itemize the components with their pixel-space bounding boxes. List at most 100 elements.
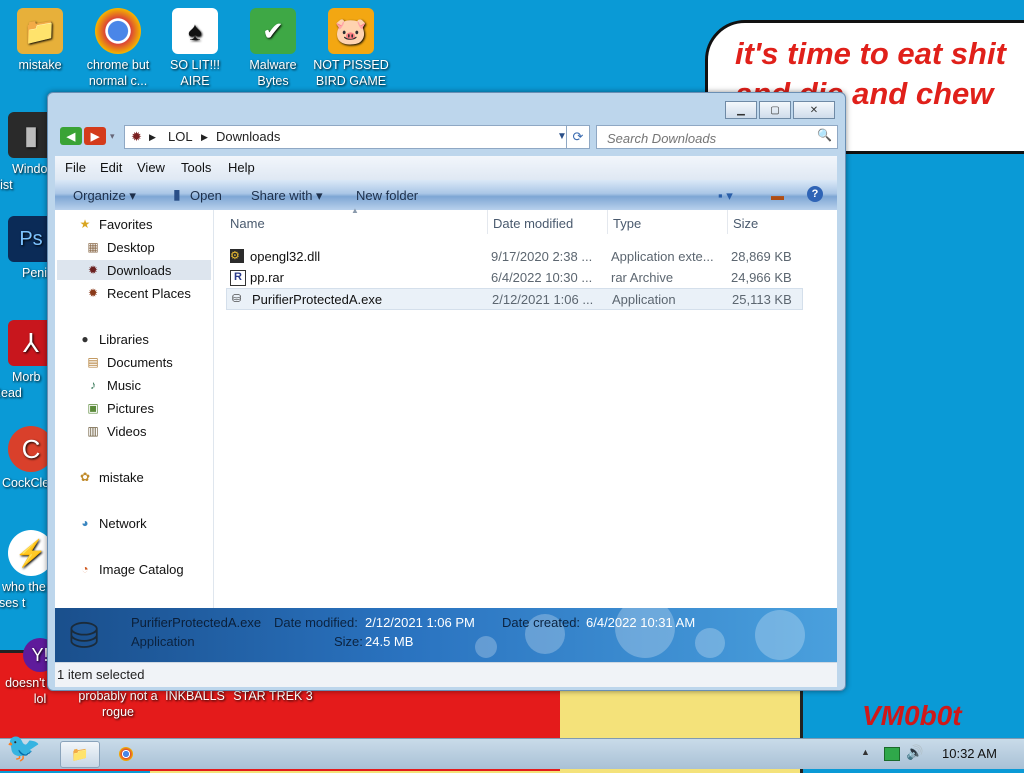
column-header-date[interactable]: Date modified <box>493 216 573 236</box>
desktop-icon-mistake[interactable]: 📁 mistake <box>0 8 80 73</box>
documents-icon: ▤ <box>87 355 99 369</box>
menu-view[interactable]: View <box>137 160 165 175</box>
recent-pages-dropdown[interactable]: ▾ <box>110 131 115 142</box>
open-button[interactable]: Open <box>190 188 222 203</box>
file-row-selected[interactable]: ⛁ PurifierProtectedA.exe 2/12/2021 1:06 … <box>226 288 803 310</box>
details-size-label: Size: <box>334 634 363 649</box>
nav-pictures[interactable]: ▣ Pictures <box>85 398 154 418</box>
network-icon: ◕ <box>81 516 89 530</box>
desktop-icon-lightning[interactable]: ⚡ who the uses t <box>0 530 54 611</box>
details-modified-label: Date modified: <box>274 615 358 630</box>
desktop-icon-photoshop[interactable]: Ps Peni <box>0 216 54 281</box>
nav-downloads[interactable]: ✹ Downloads <box>57 260 211 280</box>
forward-button[interactable]: ▶ <box>84 127 106 145</box>
star-icon: ★ <box>79 217 91 231</box>
file-row[interactable]: ⚙ opengl32.dll 9/17/2020 2:38 ... Applic… <box>225 246 800 266</box>
menu-help[interactable]: Help <box>228 160 255 175</box>
column-header-size[interactable]: Size <box>733 216 758 236</box>
watermark-text: VM0b0t <box>862 700 962 731</box>
desktop-icon-malwarebytes[interactable]: ✔ Malware Bytes <box>233 8 313 89</box>
details-pane: ⛁ PurifierProtectedA.exe Application Dat… <box>55 608 837 662</box>
organize-button[interactable]: Organize ▾ <box>73 188 136 204</box>
desktop-icon-reader[interactable]: ⅄ Morb Read <box>0 320 54 401</box>
close-button[interactable]: ✕ <box>793 101 835 119</box>
menu-file[interactable]: File <box>65 160 86 175</box>
image-catalog-icon: ◔ <box>81 562 89 576</box>
pictures-icon: ▣ <box>87 401 99 415</box>
address-bar[interactable]: ✹ ▶ LOL ▶ Downloads ▼ <box>124 125 576 149</box>
libraries-icon: ● <box>81 332 89 346</box>
nav-documents[interactable]: ▤ Documents <box>85 352 172 372</box>
nav-videos[interactable]: ▥ Videos <box>85 421 146 441</box>
breadcrumb-separator-icon: ▶ <box>149 132 156 142</box>
pig-icon: 🐷 <box>328 8 374 54</box>
desktop-icon-chrome[interactable]: chrome but normal c... <box>78 8 158 89</box>
nav-recent-places[interactable]: ✹ Recent Places <box>85 283 191 303</box>
column-header-type[interactable]: Type <box>613 216 641 236</box>
taskbar-chrome-button[interactable] <box>107 741 145 766</box>
desktop-icon-vista[interactable]: ▮ Windo Vist <box>0 112 54 193</box>
preview-pane-icon[interactable]: ▬ <box>771 188 784 203</box>
desktop-icon-solitaire[interactable]: ♠ SO LIT!!! AIRE <box>155 8 235 89</box>
navigation-pane: ★ Favorites ▦ Desktop ✹ Downloads ✹ Rece… <box>55 210 214 608</box>
new-folder-button[interactable]: New folder <box>356 188 418 203</box>
network-tray-icon[interactable] <box>884 747 900 761</box>
start-button[interactable]: 🐦 <box>6 731 46 769</box>
minimize-button[interactable]: ▁ <box>725 101 757 119</box>
command-bar: Organize ▾ ▮ Open Share with ▾ New folde… <box>55 180 837 210</box>
breadcrumb-downloads[interactable]: Downloads <box>216 129 280 144</box>
videos-icon: ▥ <box>87 424 99 438</box>
solitaire-icon: ♠ <box>172 8 218 54</box>
search-icon[interactable]: 🔍 <box>817 128 832 142</box>
desktop-icon-ccleaner[interactable]: C CockCle <box>0 426 54 491</box>
desktop-icon: ▦ <box>87 240 99 254</box>
breadcrumb-lol[interactable]: LOL <box>168 129 193 144</box>
folder-icon: 📁 <box>17 8 63 54</box>
chrome-icon <box>119 746 133 761</box>
taskbar-explorer-button[interactable]: 📁 <box>60 741 100 768</box>
details-created-label: Date created: <box>502 615 581 630</box>
decoration <box>695 628 725 658</box>
nav-network[interactable]: ◕ Network <box>77 513 146 533</box>
volume-icon[interactable]: 🔊 <box>906 744 923 761</box>
search-input[interactable] <box>605 128 814 148</box>
recent-places-icon: ✹ <box>87 286 99 300</box>
explorer-window: ▁ ▢ ✕ ◀ ▶ ▾ ✹ ▶ LOL ▶ Downloads ▼ ⟳ 🔍 Fi… <box>47 92 846 691</box>
exe-large-icon: ⛁ <box>69 615 100 656</box>
refresh-button[interactable]: ⟳ <box>566 125 590 149</box>
details-filename: PurifierProtectedA.exe <box>131 615 262 630</box>
nav-mistake[interactable]: ✿ mistake <box>77 467 144 487</box>
downloads-icon: ✹ <box>87 263 99 277</box>
column-header-name[interactable]: Name <box>230 216 265 236</box>
open-icon: ▮ <box>173 186 181 202</box>
status-text: 1 item selected <box>57 667 145 682</box>
back-button[interactable]: ◀ <box>60 127 82 145</box>
decoration <box>755 610 805 660</box>
chrome-icon <box>95 8 141 54</box>
file-list: ▲ Name Date modified Type Size ⚙ opengl3… <box>225 206 835 608</box>
nav-desktop[interactable]: ▦ Desktop <box>85 237 154 257</box>
desktop-icon-rogue[interactable]: probably not a rogue <box>78 688 158 720</box>
nav-favorites[interactable]: ★ Favorites <box>77 214 153 234</box>
menu-edit[interactable]: Edit <box>100 160 122 175</box>
nav-music[interactable]: ♪ Music <box>85 375 141 395</box>
menu-tools[interactable]: Tools <box>181 160 211 175</box>
share-with-button[interactable]: Share with ▾ <box>251 188 323 204</box>
maximize-button[interactable]: ▢ <box>759 101 791 119</box>
nav-libraries[interactable]: ● Libraries <box>77 329 148 349</box>
clock[interactable]: 10:32 AM <box>942 746 997 761</box>
help-icon[interactable]: ? <box>807 186 823 202</box>
search-box[interactable]: 🔍 <box>596 125 838 149</box>
tray-expand-icon[interactable]: ▲ <box>861 747 870 757</box>
desktop-icon-pig-game[interactable]: 🐷 NOT PISSED BIRD GAME <box>311 8 391 89</box>
content-area: ★ Favorites ▦ Desktop ✹ Downloads ✹ Rece… <box>55 206 837 608</box>
location-icon: ✹ <box>131 129 142 144</box>
file-row[interactable]: R pp.rar 6/4/2022 10:30 ... rar Archive … <box>225 267 800 287</box>
window-controls: ▁ ▢ ✕ <box>723 101 835 119</box>
details-kind: Application <box>131 634 195 649</box>
sort-indicator-icon: ▲ <box>351 206 359 215</box>
taskbar: 🐦 📁 ▲ 🔊 10:32 AM <box>0 732 1024 769</box>
views-icon[interactable]: ▪ ▾ <box>718 188 733 204</box>
nav-image-catalog[interactable]: ◔ Image Catalog <box>77 559 183 579</box>
status-bar: 1 item selected <box>55 662 837 687</box>
